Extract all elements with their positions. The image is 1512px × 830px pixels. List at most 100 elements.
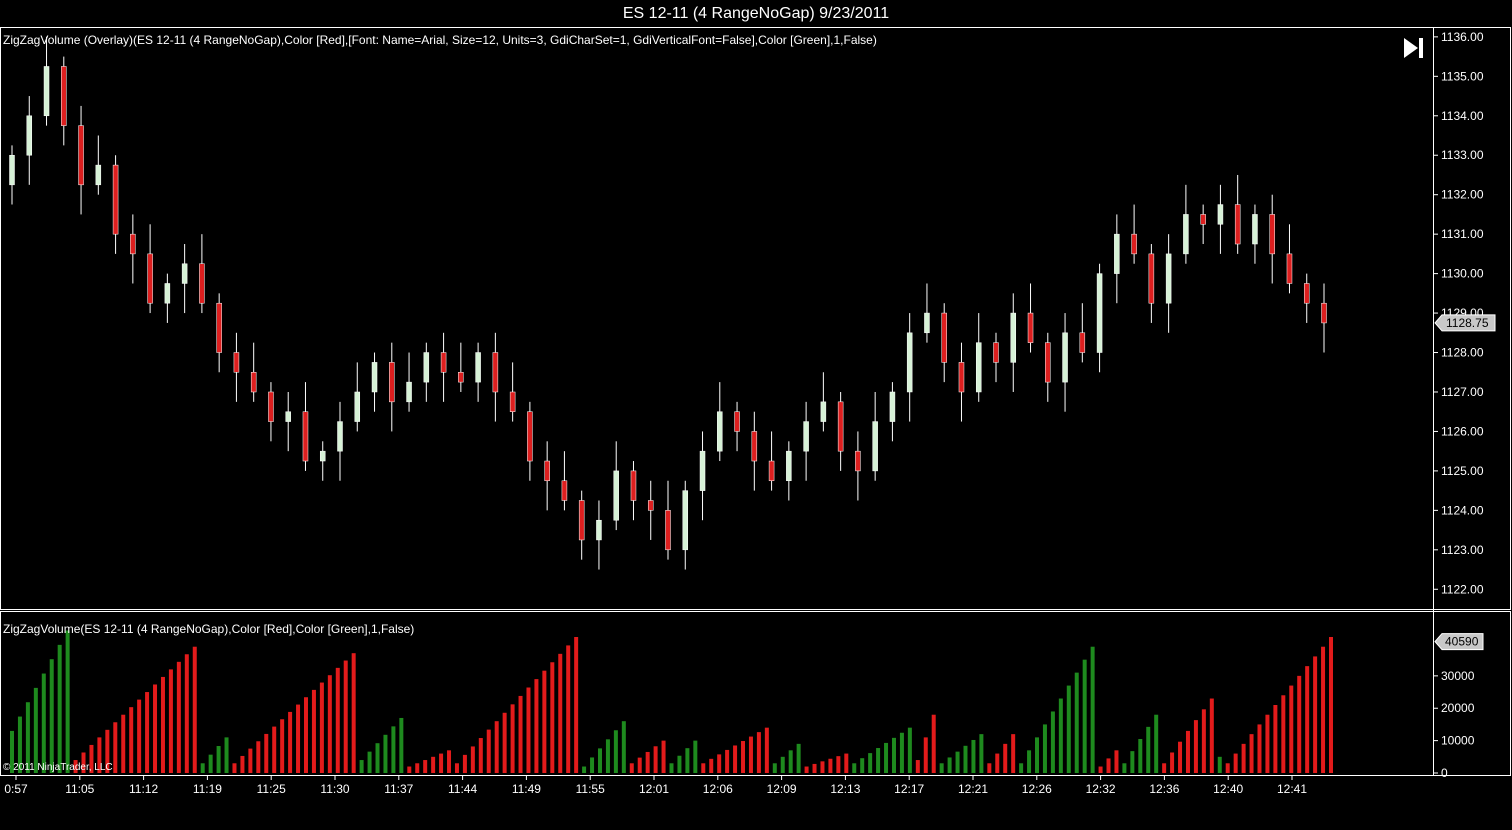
volume-bar-up (971, 739, 976, 773)
volume-bar-down (1273, 705, 1278, 773)
volume-bar-down (1289, 685, 1294, 773)
volume-bar-down (184, 654, 189, 773)
candle-down (855, 450, 861, 472)
volume-bar-down (574, 637, 579, 773)
volume-bar-up (907, 727, 912, 773)
time-tick-label: 11:49 (512, 782, 541, 796)
volume-bar-up (693, 740, 698, 773)
volume-bar-down (502, 712, 507, 773)
volume-bar-up (780, 756, 785, 773)
volume-bar-up (49, 659, 54, 773)
price-tick-label: 1123.00 (1441, 543, 1484, 557)
scroll-to-end-icon[interactable] (1400, 36, 1426, 60)
volume-bar-down (168, 669, 173, 773)
price-indicator-label: ZigZagVolume (Overlay)(ES 12-11 (4 Range… (3, 33, 877, 47)
time-axis: 0:57 11:05 11:12 11:19 11:25 11:30 11:37 11:44 1… (4, 775, 1307, 796)
chart-canvas[interactable]: 1122.00 1123.00 1124.00 1125.00 1126.00 1127.… (0, 0, 1512, 830)
volume-bar-down (1098, 766, 1103, 773)
candle-down (768, 460, 775, 482)
volume-bar-up (224, 737, 229, 773)
volume-bar-down (248, 748, 253, 773)
volume-bar-up (677, 755, 682, 773)
volume-bar-down (121, 714, 126, 773)
volume-bar-down (232, 763, 237, 773)
candle-down (1079, 332, 1086, 353)
volume-bar-down (1249, 734, 1254, 773)
candle-down (130, 233, 136, 255)
candle-down (1045, 342, 1051, 383)
volume-bar-down (542, 670, 547, 773)
volume-bar-up (1090, 646, 1095, 773)
volume-bar-up (852, 763, 857, 773)
volume-bar-down (470, 746, 475, 773)
candle-down (647, 500, 654, 511)
volume-bar-down (518, 695, 523, 773)
volume-bar-down (288, 711, 293, 773)
volume-bar-down (145, 692, 150, 773)
volume-bar-down (1209, 698, 1214, 773)
candle-up (1010, 312, 1017, 363)
candle-down (561, 480, 568, 501)
volume-bar-down (1011, 734, 1016, 773)
volume-bar-down (280, 719, 285, 773)
candle-down (941, 312, 947, 363)
candle-up (1062, 332, 1068, 383)
candle-down (1286, 253, 1293, 284)
volume-bar-up (1074, 672, 1079, 773)
candle-down (751, 431, 758, 462)
time-tick-label: 12:17 (894, 782, 924, 796)
volume-bar-down (1170, 752, 1175, 773)
price-tick-label: 1128.00 (1441, 346, 1484, 360)
volume-bar-down (240, 755, 245, 773)
volume-bar-up (1027, 750, 1032, 773)
candle-down (578, 500, 585, 541)
volume-bar-down (709, 758, 714, 773)
volume-bar-up (772, 763, 777, 773)
candle-up (717, 411, 723, 452)
volume-bar-up (884, 742, 889, 773)
volume-bar-up (1042, 724, 1047, 773)
volume-bar-down (486, 729, 491, 773)
candle-down (630, 470, 637, 501)
price-tick-label: 1133.00 (1441, 148, 1484, 162)
candle-up (354, 391, 361, 422)
volume-bar-up (1154, 714, 1159, 773)
candle-down (61, 66, 67, 126)
volume-bar-down (176, 661, 181, 773)
volume-bar-up (1217, 756, 1222, 773)
volume-bar-up (383, 734, 388, 773)
volume-bar-down (733, 745, 738, 773)
last-volume-text: 40590 (1445, 635, 1479, 649)
last-value-markers: 1128.75 40590 (1434, 314, 1496, 651)
price-tick-label: 1136.00 (1441, 30, 1484, 44)
volume-bar-down (1225, 763, 1230, 773)
price-tick-label: 1122.00 (1441, 582, 1484, 596)
candle-up (906, 332, 913, 393)
candle-up (596, 519, 602, 541)
volume-bar-down (1305, 666, 1310, 773)
volume-bar-down (303, 697, 308, 773)
volume-bar-down (804, 766, 809, 773)
volume-bar-down (701, 763, 706, 773)
volume-bar-down (748, 736, 753, 773)
volume-axis: 0 10000 20000 30000 (1433, 669, 1475, 780)
volume-bar-down (725, 749, 730, 773)
volume-bar-down (113, 722, 118, 773)
volume-bar-up (1050, 711, 1055, 773)
volume-bar-up (1019, 763, 1024, 773)
candle-up (1217, 204, 1224, 225)
candle-down (993, 342, 999, 363)
copyright-text: © 2011 NinjaTrader, LLC (3, 762, 113, 773)
time-tick-label: 12:32 (1086, 782, 1116, 796)
volume-bar-down (319, 682, 324, 773)
volume-bar-down (439, 753, 444, 773)
price-tick-label: 1130.00 (1441, 267, 1484, 281)
volume-bar-up (359, 760, 364, 773)
volume-bar-down (327, 675, 332, 773)
candle-down (216, 302, 222, 353)
candle-down (958, 362, 965, 393)
volume-bar-up (1130, 751, 1135, 773)
candle-up (786, 450, 792, 482)
price-tick-label: 1134.00 (1441, 109, 1484, 123)
candle-up (803, 421, 809, 452)
